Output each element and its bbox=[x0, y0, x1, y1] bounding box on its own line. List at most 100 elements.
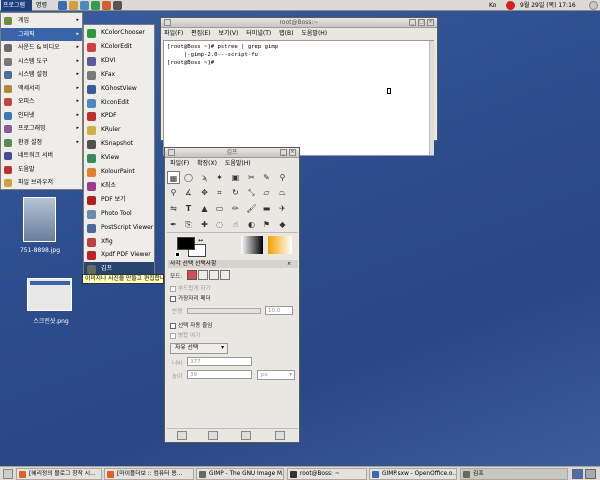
paths-tool-icon[interactable]: ✎ bbox=[260, 171, 273, 184]
submenu-item[interactable]: KGhostView bbox=[84, 82, 154, 96]
auto-shrink-option[interactable]: 선택 자동 줄임 bbox=[170, 321, 212, 329]
desktop-icon-label[interactable]: 751-8898.jpg bbox=[18, 247, 62, 254]
sample-merged-option[interactable]: 병합 여기 bbox=[170, 331, 200, 339]
menu-tabs[interactable]: 탭(B) bbox=[279, 30, 293, 37]
window-menu-icon[interactable] bbox=[168, 149, 175, 156]
terminal-text-area[interactable]: [root@Boss ~]# pstree | grep gimp |-gimp… bbox=[163, 40, 434, 156]
web-browser-icon[interactable] bbox=[58, 1, 67, 10]
volume-icon[interactable] bbox=[589, 1, 598, 10]
pattern-preview[interactable] bbox=[268, 236, 292, 254]
submenu-item[interactable]: KColorChooser bbox=[84, 26, 154, 40]
menu-item[interactable]: 게임 ▸ bbox=[1, 14, 82, 28]
minimize-icon[interactable]: _ bbox=[280, 149, 287, 156]
taskbar-button[interactable]: [혜리정의 블로그 창작 시... bbox=[16, 468, 102, 480]
default-colors-icon[interactable] bbox=[175, 252, 180, 257]
image-file-thumbnail[interactable] bbox=[23, 197, 56, 242]
close-panel-icon[interactable]: × bbox=[287, 261, 291, 267]
menu-file[interactable]: 파일(F) bbox=[164, 30, 183, 37]
menu-view[interactable]: 보기(V) bbox=[219, 30, 239, 37]
menu-item[interactable]: 사운드 & 비디오 ▸ bbox=[1, 41, 82, 55]
menu-help[interactable]: 도움말(H) bbox=[301, 30, 327, 37]
submenu-item[interactable]: Xfig bbox=[84, 235, 154, 249]
feather-option[interactable]: 부드럽게 하기 bbox=[170, 284, 211, 292]
actions-menu[interactable]: 명령 bbox=[34, 0, 54, 11]
update-alert-icon[interactable] bbox=[506, 1, 515, 10]
pencil-tool-icon[interactable]: ✏ bbox=[229, 202, 242, 215]
paintbrush-tool-icon[interactable]: 🖌 bbox=[245, 202, 258, 215]
submenu-item[interactable]: K죄소 bbox=[84, 179, 154, 193]
move-tool-icon[interactable]: ✥ bbox=[198, 186, 211, 199]
mode-subtract-button[interactable] bbox=[209, 270, 219, 280]
ellipse-select-tool-icon[interactable]: ◯ bbox=[182, 171, 195, 184]
dodge-burn-tool-icon[interactable]: ◐ bbox=[245, 218, 258, 231]
radius-slider[interactable] bbox=[187, 308, 261, 314]
terminal-launcher-icon[interactable] bbox=[113, 1, 122, 10]
taskbar-button[interactable]: GIMP.sxw - OpenOffice.o... bbox=[369, 468, 457, 480]
delete-options-icon[interactable] bbox=[241, 431, 251, 440]
blend-tool-icon[interactable]: ▭ bbox=[213, 202, 226, 215]
gradient-preview[interactable] bbox=[241, 236, 263, 254]
antialias-option[interactable]: 가장자리 페더 bbox=[170, 294, 211, 302]
height-input[interactable]: 39 bbox=[187, 370, 252, 379]
color-picker-tool-icon[interactable]: ⚲ bbox=[276, 171, 289, 184]
measure-tool-icon[interactable]: ∡ bbox=[182, 186, 195, 199]
workspace-2[interactable] bbox=[585, 469, 596, 479]
menu-item[interactable]: 그래픽 ▸ bbox=[1, 27, 82, 41]
fixed-size-dropdown[interactable]: 자유 선택 ▾ bbox=[170, 343, 228, 354]
flip-tool-icon[interactable]: ⇋ bbox=[167, 202, 180, 215]
menu-item[interactable]: 액세서리 ▸ bbox=[1, 82, 82, 96]
close-icon[interactable]: × bbox=[427, 19, 434, 26]
menu-item[interactable]: 파일 브라우저 bbox=[1, 176, 82, 190]
menu-edit[interactable]: 편집(E) bbox=[191, 30, 211, 37]
submenu-item[interactable]: KDVI bbox=[84, 54, 154, 68]
eraser-tool-icon[interactable]: ▬ bbox=[260, 202, 273, 215]
mode-replace-button[interactable] bbox=[187, 270, 197, 280]
select-by-color-tool-icon[interactable]: ▣ bbox=[229, 171, 242, 184]
free-select-tool-icon[interactable]: ϡ bbox=[198, 171, 211, 184]
rotate-tool-icon[interactable]: ↻ bbox=[229, 186, 242, 199]
submenu-item[interactable]: KColorEdit bbox=[84, 40, 154, 54]
submenu-item[interactable]: KolourPaint bbox=[84, 165, 154, 179]
menu-item[interactable]: 네트워크 서버 bbox=[1, 149, 82, 163]
menu-item[interactable]: 인터넷 ▸ bbox=[1, 109, 82, 123]
submenu-item[interactable]: KPDF bbox=[84, 109, 154, 123]
save-options-icon[interactable] bbox=[177, 431, 187, 440]
keyboard-layout[interactable]: Ko bbox=[489, 0, 496, 11]
submenu-item[interactable]: KIconEdit bbox=[84, 96, 154, 110]
impress-icon[interactable] bbox=[102, 1, 111, 10]
mail-icon[interactable] bbox=[69, 1, 78, 10]
menu-item[interactable]: 환경 설정 ▸ bbox=[1, 136, 82, 150]
menu-terminal[interactable]: 터미널(T) bbox=[246, 30, 271, 37]
taskbar-button[interactable]: root@Boss: ~ bbox=[287, 468, 367, 480]
foreground-color-swatch[interactable] bbox=[177, 237, 195, 250]
writer-icon[interactable] bbox=[80, 1, 89, 10]
scissors-tool-icon[interactable]: ✂ bbox=[245, 171, 258, 184]
terminal-scrollbar[interactable] bbox=[429, 41, 434, 155]
extra-tool-icon[interactable]: ◆ bbox=[276, 218, 289, 231]
menu-item[interactable]: 오피스 ▸ bbox=[1, 95, 82, 109]
menu-file[interactable]: 파일(F) bbox=[170, 160, 189, 167]
airbrush-tool-icon[interactable]: ✈ bbox=[276, 202, 289, 215]
submenu-item[interactable]: KFax bbox=[84, 68, 154, 82]
submenu-item[interactable]: KRuler bbox=[84, 123, 154, 137]
text-tool-icon[interactable]: T bbox=[182, 202, 195, 215]
close-icon[interactable]: × bbox=[289, 149, 296, 156]
crop-tool-icon[interactable]: ⌗ bbox=[213, 186, 226, 199]
submenu-item[interactable]: KView bbox=[84, 151, 154, 165]
menu-extensions[interactable]: 확장(X) bbox=[197, 160, 217, 167]
zoom-tool-icon[interactable]: ⚲ bbox=[167, 186, 180, 199]
submenu-item[interactable]: Xpdf PDF Viewer bbox=[84, 248, 154, 262]
taskbar-button[interactable]: 김프 bbox=[460, 468, 568, 480]
smudge-tool-icon[interactable]: ☝ bbox=[229, 218, 242, 231]
window-menu-icon[interactable] bbox=[164, 19, 171, 26]
show-desktop-icon[interactable] bbox=[3, 469, 13, 479]
taskbar-button[interactable]: [마이플더보 :: 컴퓨터 용... bbox=[104, 468, 194, 480]
screenshot-file-thumbnail[interactable] bbox=[27, 278, 72, 311]
perspective-tool-icon[interactable]: ⏢ bbox=[276, 186, 289, 199]
mode-intersect-button[interactable] bbox=[220, 270, 230, 280]
clone-tool-icon[interactable]: ⎘ bbox=[182, 218, 195, 231]
radius-input[interactable]: 10.0 bbox=[265, 306, 293, 315]
extra-tool-icon[interactable]: ⚑ bbox=[260, 218, 273, 231]
convolve-tool-icon[interactable]: ◌ bbox=[213, 218, 226, 231]
menu-item[interactable]: 시스템 설정 ▸ bbox=[1, 68, 82, 82]
